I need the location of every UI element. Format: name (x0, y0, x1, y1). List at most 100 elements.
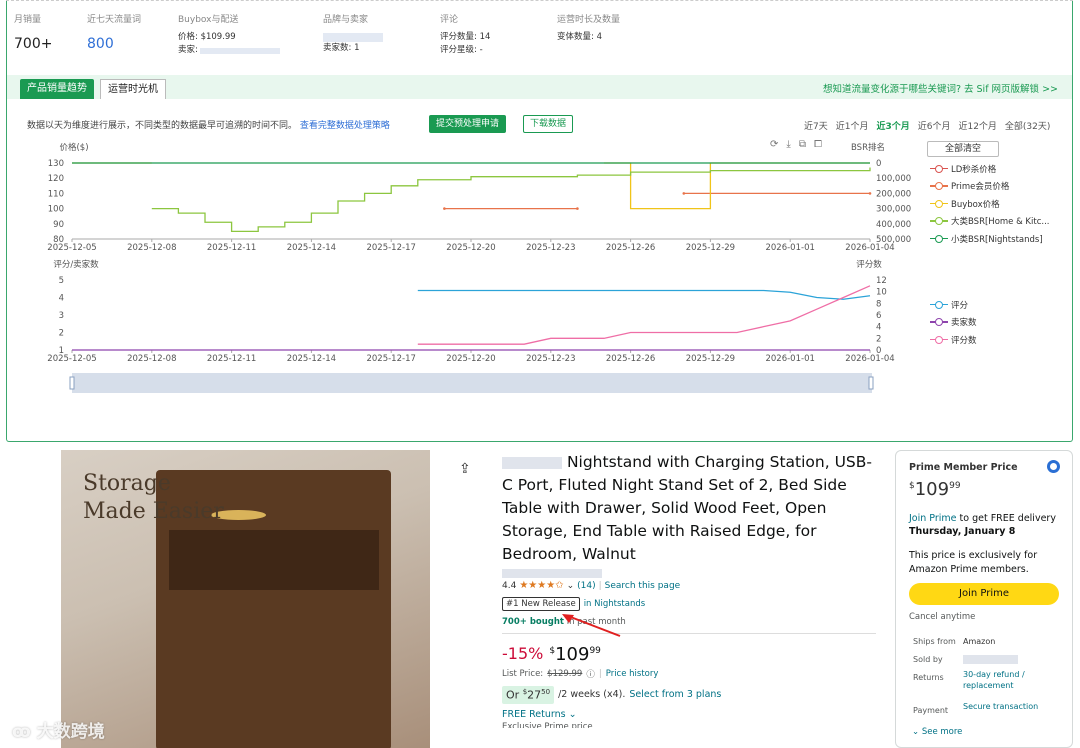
y-left-tick-label: 3 (59, 311, 64, 321)
plan-fraction: 50 (541, 688, 551, 696)
series-line (151, 167, 871, 233)
x-tick-label: 2025-12-20 (446, 354, 495, 364)
range-slider[interactable] (69, 373, 874, 393)
y-right-tick-label: 200,000 (876, 189, 911, 199)
prime-buy-box: Prime Member Price $10999 Join Prime to … (895, 450, 1073, 748)
plan-text: /2 weeks (x4). (558, 689, 626, 701)
annotation-arrow (562, 614, 621, 637)
exclusive-text: This price is exclusively for Amazon Pri… (909, 550, 1038, 575)
y-right-tick-label: 0 (876, 159, 881, 169)
caption-line: Made Easier (83, 499, 224, 524)
y-right-tick-label: 400,000 (876, 220, 911, 230)
plan-whole: 27 (527, 688, 542, 702)
badge-row: #1 New Release in Nightstands (502, 597, 882, 611)
x-tick-label: 2025-12-08 (127, 243, 176, 253)
y-left-tick-label: 110 (48, 189, 64, 199)
y-right-tick-label: 8 (876, 299, 881, 309)
category-link[interactable]: in Nightstands (584, 599, 645, 609)
product-info: Nightstand with Charging Station, USB-C … (502, 451, 882, 728)
see-more-label: See more (921, 727, 963, 737)
new-release-badge[interactable]: #1 New Release (502, 597, 580, 611)
x-tick-label: 2025-12-23 (526, 354, 575, 364)
x-tick-label: 2025-12-08 (127, 354, 176, 364)
x-tick-label: 2025-12-17 (366, 354, 415, 364)
review-count-link[interactable]: (14) (577, 581, 595, 591)
x-tick-label: 2026-01-04 (845, 243, 894, 253)
product-image[interactable]: Storage Made Easier (61, 450, 430, 748)
y-right-tick-label: 4 (876, 323, 881, 333)
caption-line: Storage (83, 471, 171, 496)
y-right-tick-label: 100,000 (876, 174, 911, 184)
price-fraction: 99 (589, 646, 601, 656)
prime-price-fraction: 99 (949, 481, 961, 491)
y-right-axis-label: BSR排名 (851, 142, 885, 153)
discount-label: -15% (502, 644, 544, 663)
details-values: Amazon 30-day refund / replacement Secur… (963, 633, 1063, 716)
secure-transaction-link[interactable]: Secure transaction (963, 698, 1063, 716)
ships-from-label: Ships from (913, 637, 956, 646)
prime-price: $10999 (909, 479, 961, 500)
charts-svg: 13012011010090800100,000200,000300,00040… (47, 142, 911, 393)
join-prime-link[interactable]: Join Prime (909, 513, 957, 524)
nightstand-shelf (169, 530, 379, 590)
list-price-value: $129.99 (547, 669, 583, 679)
info-icon[interactable]: ⓘ (586, 668, 595, 680)
x-tick-label: 2025-12-20 (446, 243, 495, 253)
x-tick-label: 2025-12-05 (47, 243, 96, 253)
series-line (604, 162, 870, 210)
price-history-link[interactable]: Price history (606, 669, 659, 679)
slider-handle-left[interactable] (69, 376, 75, 390)
x-tick-label: 2026-01-01 (765, 354, 814, 364)
chevron-down-icon[interactable]: ⌄ (567, 581, 575, 591)
y-left-axis-label: 价格($) (59, 142, 88, 153)
radio-selected-icon[interactable] (1047, 460, 1060, 473)
rating-chart: 543211210864202025-12-05 2025-12-08 2025-1… (47, 259, 894, 364)
redacted-store (502, 569, 602, 578)
x-tick-label: 2026-01-04 (845, 354, 894, 364)
search-page-link[interactable]: Search this page (605, 581, 681, 591)
slider-track[interactable] (72, 373, 872, 393)
series-point (682, 192, 686, 195)
chevron-down-icon: ⌄ (912, 727, 920, 737)
free-returns-label: FREE Returns (502, 708, 566, 720)
slider-handle-right[interactable] (868, 376, 874, 390)
prime-box-title: Prime Member Price (909, 462, 1018, 473)
returns-label: Returns (913, 673, 944, 682)
x-tick-label: 2026-01-01 (765, 243, 814, 253)
y-left-tick-label: 120 (48, 174, 64, 184)
y-right-axis-label: 评分数 (856, 259, 882, 270)
bought-count: 700+ bought (502, 617, 564, 627)
redacted-seller (963, 655, 1018, 664)
x-tick-label: 2025-12-11 (207, 354, 256, 364)
x-tick-label: 2025-12-26 (606, 354, 655, 364)
returns-link[interactable]: 30-day refund / replacement (963, 669, 1063, 691)
share-icon[interactable]: ⇪ (459, 461, 471, 477)
star-rating-icon[interactable]: ★★★★✩ (519, 580, 563, 591)
x-tick-label: 2025-12-26 (606, 243, 655, 253)
x-tick-label: 2025-12-29 (686, 243, 735, 253)
free-returns-link[interactable]: FREE Returns ⌄ (502, 709, 882, 720)
see-more-link[interactable]: ⌄ See more (912, 727, 962, 737)
x-tick-label: 2025-12-05 (47, 354, 96, 364)
plan-price: Or $2750 (502, 686, 555, 704)
product-title-text: Nightstand with Charging Station, USB-C … (502, 453, 872, 563)
watermark: ꝏ 大数跨境 (12, 717, 105, 742)
y-left-tick-label: 2 (59, 329, 64, 339)
join-prime-button[interactable]: Join Prime (909, 583, 1059, 605)
y-left-axis-label: 评分/卖家数 (53, 259, 99, 270)
series-point (868, 192, 872, 195)
delivery-text: to get FREE delivery (959, 513, 1056, 524)
list-price-label: List Price: (502, 669, 544, 679)
x-tick-label: 2025-12-11 (207, 243, 256, 253)
select-plans-link[interactable]: Select from 3 plans (629, 689, 721, 700)
y-right-tick-label: 12 (876, 276, 887, 286)
series-point (443, 207, 446, 210)
x-tick-label: 2025-12-14 (287, 354, 336, 364)
plan-or: Or (506, 688, 520, 702)
exclusive-price-text: Exclusive Prime price (502, 721, 593, 728)
y-right-tick-label: 2 (876, 334, 881, 344)
details-labels: Ships from Sold by Returns Payment (913, 633, 956, 720)
y-right-tick-label: 300,000 (876, 205, 911, 215)
x-tick-label: 2025-12-23 (526, 243, 575, 253)
y-right-tick-label: 6 (876, 311, 881, 321)
